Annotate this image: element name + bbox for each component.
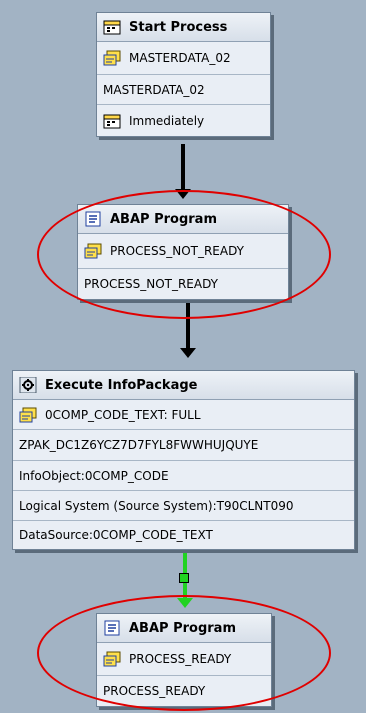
node-variant-name: PROCESS_READY: [129, 652, 232, 666]
node-variant-row[interactable]: MASTERDATA_02: [97, 42, 270, 75]
variant-icon: [103, 651, 121, 667]
process-node-start-process[interactable]: Start Process MASTERDATA_02 MASTERDATA_0…: [96, 12, 271, 137]
node-description-row: MASTERDATA_02: [97, 75, 270, 105]
node-scheduling: Immediately: [129, 113, 205, 128]
node-variant-name: 0COMP_CODE_TEXT: FULL: [45, 407, 201, 422]
variant-icon: [19, 407, 37, 423]
abap-program-icon: [103, 620, 121, 636]
connector-start-to-abap1: [181, 144, 185, 190]
process-node-abap-program-ready[interactable]: ABAP Program PROCESS_READY PROCESS_READY: [96, 613, 272, 707]
node-description-row: PROCESS_READY: [97, 676, 271, 706]
variant-icon: [84, 243, 102, 259]
node-datasource-row: DataSource:0COMP_CODE_TEXT: [13, 521, 354, 549]
node-package-id-row: ZPAK_DC1Z6YCZ7D7FYL8FWWHUJQUYE: [13, 430, 354, 461]
node-infoobject: InfoObject:0COMP_CODE: [19, 468, 169, 483]
connector-abap1-to-infopackage: [186, 298, 190, 348]
node-variant-name: MASTERDATA_02: [129, 51, 231, 65]
process-node-execute-infopackage[interactable]: Execute InfoPackage 0COMP_CODE_TEXT: FUL…: [12, 370, 355, 550]
node-package-id: ZPAK_DC1Z6YCZ7D7FYL8FWWHUJQUYE: [19, 438, 259, 452]
variant-icon: [103, 50, 121, 66]
node-infoobject-row: InfoObject:0COMP_CODE: [13, 461, 354, 491]
node-variant-name: PROCESS_NOT_READY: [110, 244, 245, 258]
node-scheduling-row: Immediately: [97, 105, 270, 136]
node-variant-row[interactable]: PROCESS_NOT_READY: [78, 234, 288, 269]
node-datasource: DataSource:0COMP_CODE_TEXT: [19, 528, 213, 542]
abap-program-icon: [84, 211, 102, 227]
node-title: Start Process: [129, 19, 228, 35]
calendar-icon: [103, 113, 121, 129]
calendar-icon: [103, 19, 121, 35]
node-variant-row[interactable]: PROCESS_READY: [97, 643, 271, 676]
node-description-row: PROCESS_NOT_READY: [78, 269, 288, 299]
connector-arrowhead: [175, 189, 191, 199]
node-description: PROCESS_READY: [103, 684, 206, 698]
connector-success-arrowhead: [177, 598, 193, 608]
node-title: ABAP Program: [129, 620, 236, 636]
gear-icon: [19, 376, 37, 394]
connector-success-marker[interactable]: [179, 573, 189, 583]
node-header[interactable]: ABAP Program: [78, 205, 288, 234]
node-header[interactable]: ABAP Program: [97, 614, 271, 643]
connector-success-infopackage-to-abap2: [183, 544, 187, 598]
node-logical-system-row: Logical System (Source System):T90CLNT09…: [13, 491, 354, 521]
node-description: PROCESS_NOT_READY: [84, 277, 219, 291]
node-logical-system: Logical System (Source System):T90CLNT09…: [19, 498, 294, 513]
process-node-abap-program-not-ready[interactable]: ABAP Program PROCESS_NOT_READY PROCESS_N…: [77, 204, 289, 300]
node-title: ABAP Program: [110, 211, 217, 227]
node-description: MASTERDATA_02: [103, 82, 205, 97]
connector-arrowhead: [180, 348, 196, 358]
node-header[interactable]: Execute InfoPackage: [13, 371, 354, 400]
node-title: Execute InfoPackage: [45, 377, 198, 393]
node-variant-row[interactable]: 0COMP_CODE_TEXT: FULL: [13, 400, 354, 430]
node-header[interactable]: Start Process: [97, 13, 270, 42]
